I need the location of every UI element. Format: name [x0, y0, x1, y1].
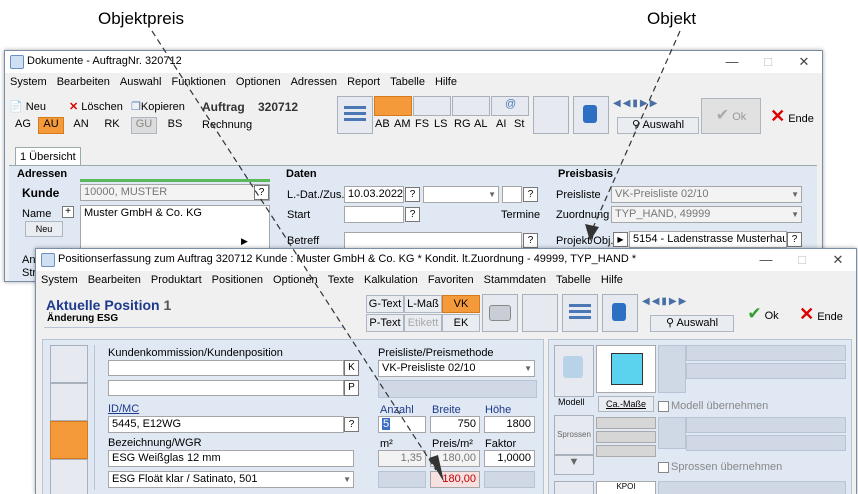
callout-leaders [151, 30, 681, 482]
objektpreis-leader-line [151, 30, 437, 471]
objekt-leader-line [591, 30, 681, 231]
objektpreis-arrowhead [429, 455, 444, 482]
objekt-arrowhead [585, 224, 599, 241]
